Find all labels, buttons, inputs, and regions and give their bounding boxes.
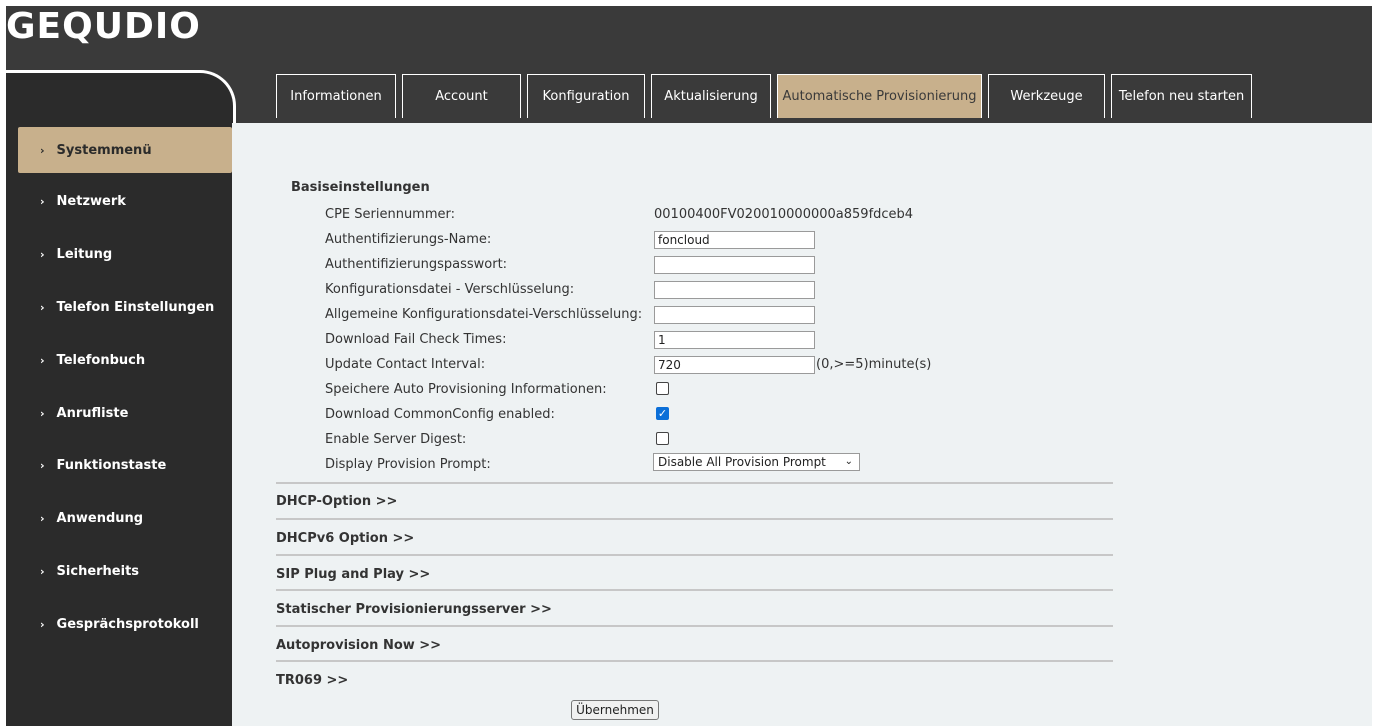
divider xyxy=(276,589,1113,591)
divider xyxy=(276,625,1113,627)
tab-informationen[interactable]: Informationen xyxy=(276,74,396,118)
sidebar: › Systemmenü › Netzwerk › Leitung › Tele… xyxy=(6,123,232,726)
provision-prompt-label: Display Provision Prompt: xyxy=(325,457,491,472)
server-digest-label: Enable Server Digest: xyxy=(325,432,467,447)
sidebar-item-label: Telefonbuch xyxy=(56,352,146,368)
sidebar-item-leitung[interactable]: › Leitung xyxy=(18,231,232,277)
sidebar-item-anrufliste[interactable]: › Anrufliste xyxy=(18,390,232,436)
cpe-serial-label: CPE Seriennummer: xyxy=(325,207,456,222)
apply-button[interactable]: Übernehmen xyxy=(571,700,659,720)
select-value: Disable All Provision Prompt xyxy=(658,455,826,469)
auth-name-label: Authentifizierungs-Name: xyxy=(325,232,492,247)
sidebar-item-label: Funktionstaste xyxy=(56,457,167,473)
tab-account[interactable]: Account xyxy=(402,74,521,118)
section-autoprovision-now[interactable]: Autoprovision Now >> xyxy=(276,638,441,653)
chevron-down-icon: ⌄ xyxy=(844,456,853,467)
divider xyxy=(276,660,1113,662)
common-config-encryption-label: Allgemeine Konfigurationsdatei-Verschlüs… xyxy=(325,307,643,322)
tab-konfiguration[interactable]: Konfiguration xyxy=(527,74,645,118)
divider xyxy=(276,554,1113,556)
sidebar-item-label: Anrufliste xyxy=(56,405,129,421)
section-static-provisioning-server[interactable]: Statischer Provisionierungsserver >> xyxy=(276,602,552,617)
sidebar-item-label: Gesprächsprotokoll xyxy=(56,616,199,632)
common-config-enabled-label: Download CommonConfig enabled: xyxy=(325,407,555,422)
sidebar-header-curve xyxy=(6,70,236,124)
cpe-serial-value: 00100400FV020010000000a859fdceb4 xyxy=(654,207,914,222)
chevron-right-icon: › xyxy=(40,511,45,525)
chevron-right-icon: › xyxy=(40,458,45,472)
content-panel: Basiseinstellungen CPE Seriennummer: 001… xyxy=(232,123,1372,726)
update-interval-suffix: (0,>=5)minute(s) xyxy=(816,357,932,372)
fail-check-times-input[interactable]: 1 xyxy=(654,331,815,349)
section-tr069[interactable]: TR069 >> xyxy=(276,673,348,688)
section-dhcp-option[interactable]: DHCP-Option >> xyxy=(276,494,397,509)
provision-prompt-select[interactable]: Disable All Provision Prompt ⌄ xyxy=(653,453,860,471)
section-sip-plug-and-play[interactable]: SIP Plug and Play >> xyxy=(276,567,430,582)
section-dhcpv6-option[interactable]: DHCPv6 Option >> xyxy=(276,531,414,546)
chevron-right-icon: › xyxy=(40,353,45,367)
update-interval-input[interactable]: 720 xyxy=(654,356,815,374)
sidebar-item-label: Telefon Einstellungen xyxy=(56,299,215,315)
divider xyxy=(276,482,1113,484)
tab-automatische-provisionierung[interactable]: Automatische Provisionierung xyxy=(777,74,982,118)
update-interval-label: Update Contact Interval: xyxy=(325,357,486,372)
section-title-basic: Basiseinstellungen xyxy=(291,180,430,195)
sidebar-item-label: Anwendung xyxy=(56,510,144,526)
divider xyxy=(276,518,1113,520)
chevron-right-icon: › xyxy=(40,143,45,157)
auth-password-label: Authentifizierungspasswort: xyxy=(325,257,508,272)
auth-name-input[interactable]: foncloud xyxy=(654,231,815,249)
common-config-encryption-input[interactable] xyxy=(654,306,815,324)
fail-check-times-label: Download Fail Check Times: xyxy=(325,332,507,347)
sidebar-item-systemmenu[interactable]: › Systemmenü xyxy=(18,127,232,173)
sidebar-item-netzwerk[interactable]: › Netzwerk xyxy=(18,178,232,224)
sidebar-item-sicherheits[interactable]: › Sicherheits xyxy=(18,548,232,594)
main-tabs: Informationen Account Konfiguration Aktu… xyxy=(276,74,1252,118)
chevron-right-icon: › xyxy=(40,247,45,261)
chevron-right-icon: › xyxy=(40,564,45,578)
brand-logo: GEQUDIO xyxy=(6,6,201,47)
sidebar-item-label: Netzwerk xyxy=(56,193,126,209)
save-provision-info-checkbox[interactable] xyxy=(656,382,669,395)
tab-werkzeuge[interactable]: Werkzeuge xyxy=(988,74,1105,118)
sidebar-item-telefonbuch[interactable]: › Telefonbuch xyxy=(18,337,232,383)
tab-aktualisierung[interactable]: Aktualisierung xyxy=(651,74,771,118)
sidebar-item-label: Sicherheits xyxy=(56,563,140,579)
sidebar-item-funktionstaste[interactable]: › Funktionstaste xyxy=(18,442,232,488)
save-provision-info-label: Speichere Auto Provisioning Informatione… xyxy=(325,382,607,397)
chevron-right-icon: › xyxy=(40,194,45,208)
config-encryption-label: Konfigurationsdatei - Verschlüsselung: xyxy=(325,282,575,297)
common-config-enabled-checkbox[interactable]: ✓ xyxy=(656,407,669,420)
sidebar-item-label: Systemmenü xyxy=(56,142,152,158)
sidebar-item-label: Leitung xyxy=(56,246,113,262)
server-digest-checkbox[interactable] xyxy=(656,432,669,445)
chevron-right-icon: › xyxy=(40,617,45,631)
chevron-right-icon: › xyxy=(40,300,45,314)
tab-telefon-neu-starten[interactable]: Telefon neu starten xyxy=(1111,74,1252,118)
sidebar-item-gespraechsprotokoll[interactable]: › Gesprächsprotokoll xyxy=(18,601,232,647)
config-encryption-input[interactable] xyxy=(654,281,815,299)
sidebar-item-telefon-einstellungen[interactable]: › Telefon Einstellungen xyxy=(18,284,232,330)
chevron-right-icon: › xyxy=(40,406,45,420)
auth-password-input[interactable] xyxy=(654,256,815,274)
sidebar-item-anwendung[interactable]: › Anwendung xyxy=(18,495,232,541)
